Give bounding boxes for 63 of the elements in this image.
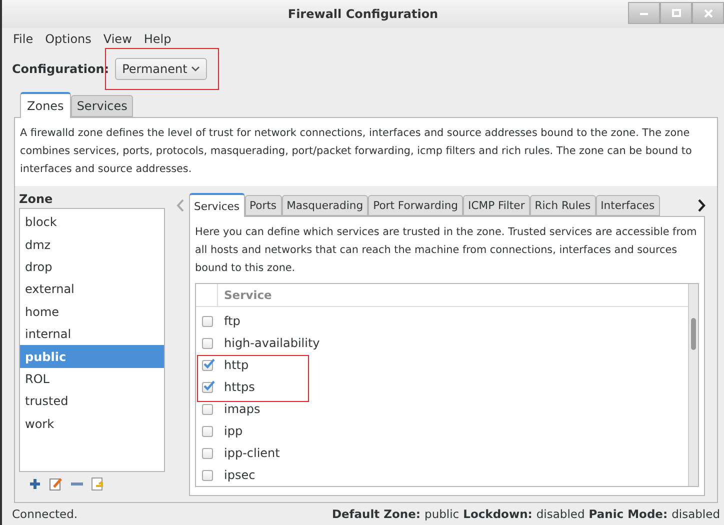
scrollbar[interactable] bbox=[688, 284, 698, 486]
tab[interactable]: Rich Rules bbox=[530, 195, 596, 216]
tab[interactable]: Ports bbox=[244, 195, 282, 216]
zone-item[interactable]: internal bbox=[20, 322, 164, 346]
zone-item[interactable]: dmz bbox=[20, 233, 164, 256]
zone-item[interactable]: home bbox=[20, 300, 164, 323]
status-message: Connected. bbox=[12, 507, 78, 521]
zone-item[interactable]: trusted bbox=[20, 390, 164, 413]
caret-icon bbox=[191, 66, 200, 72]
status-label: Panic Mode: bbox=[588, 507, 668, 521]
menu-item[interactable]: Help bbox=[138, 32, 176, 46]
service-name: imaps bbox=[224, 402, 260, 416]
zone-description: A firewalld zone defines the level of trust for network connections, interfaces and source addresses bound to the zone. The zone combines services, ports, protocols, masquerading, port/packet forwarding, icmp filters and rich rules. The zone can be bound to interfaces and source addresses. bbox=[19, 126, 693, 177]
tab[interactable]: ICMP Filter bbox=[463, 195, 530, 216]
service-name: http bbox=[224, 358, 249, 372]
checkbox[interactable] bbox=[202, 360, 213, 371]
window-title: Firewall Configuration bbox=[288, 7, 438, 21]
status-value: disabled bbox=[536, 507, 585, 521]
tab[interactable]: Services bbox=[189, 193, 245, 217]
status-value: public bbox=[424, 507, 460, 521]
tab[interactable]: Masquerading bbox=[282, 195, 368, 216]
edit-icon[interactable] bbox=[49, 477, 63, 491]
add-icon[interactable] bbox=[29, 478, 41, 490]
maximize-button[interactable] bbox=[660, 2, 692, 24]
close-button[interactable] bbox=[692, 2, 724, 24]
menu-item[interactable]: File bbox=[8, 32, 38, 46]
tab[interactable]: Services bbox=[70, 95, 134, 117]
checkbox[interactable] bbox=[202, 316, 213, 327]
status-value: disabled bbox=[672, 507, 720, 521]
maximize-icon bbox=[672, 9, 680, 17]
checkbox[interactable] bbox=[202, 382, 213, 393]
zone-item[interactable]: drop bbox=[20, 256, 164, 278]
menu-item[interactable]: View bbox=[98, 32, 137, 46]
load-defaults-icon[interactable] bbox=[91, 477, 105, 491]
tab[interactable]: Port Forwarding bbox=[368, 195, 464, 216]
service-name: ipsec bbox=[224, 468, 256, 482]
tab[interactable]: Interfaces bbox=[596, 195, 660, 216]
service-name: ipp-client bbox=[224, 446, 280, 460]
checkbox[interactable] bbox=[202, 338, 213, 349]
service-name: https bbox=[224, 380, 255, 394]
zone-item[interactable]: work bbox=[20, 412, 164, 435]
close-icon bbox=[704, 8, 712, 18]
zone-label: Zone bbox=[19, 192, 54, 206]
zone-item[interactable]: block bbox=[20, 211, 164, 234]
zone-item[interactable]: external bbox=[20, 278, 164, 301]
zone-item[interactable]: ROL bbox=[20, 368, 164, 390]
checkbox[interactable] bbox=[202, 448, 213, 459]
service-name: ipp bbox=[224, 424, 243, 438]
service-name: ftp bbox=[224, 314, 240, 328]
tab[interactable]: Zones bbox=[20, 92, 71, 118]
status-label: Default Zone: bbox=[332, 507, 421, 521]
checkbox[interactable] bbox=[202, 426, 213, 437]
services-description: Here you can define which services are trusted in the zone. Trusted services are accessible from all hosts and networks that can reach the machine from connections, interfaces and sources bound to this zone. bbox=[195, 225, 698, 276]
menu-item[interactable]: Options bbox=[40, 32, 96, 46]
checkbox[interactable] bbox=[202, 404, 213, 415]
minimize-button[interactable] bbox=[628, 2, 660, 24]
column-header: Service bbox=[223, 286, 272, 304]
checkbox[interactable] bbox=[202, 470, 213, 481]
status-label: Lockdown: bbox=[463, 507, 532, 521]
configuration-dropdown[interactable]: Permanent bbox=[115, 58, 208, 80]
service-name: high-availability bbox=[224, 336, 320, 350]
remove-icon[interactable] bbox=[71, 482, 83, 486]
minimize-icon bbox=[640, 12, 648, 14]
